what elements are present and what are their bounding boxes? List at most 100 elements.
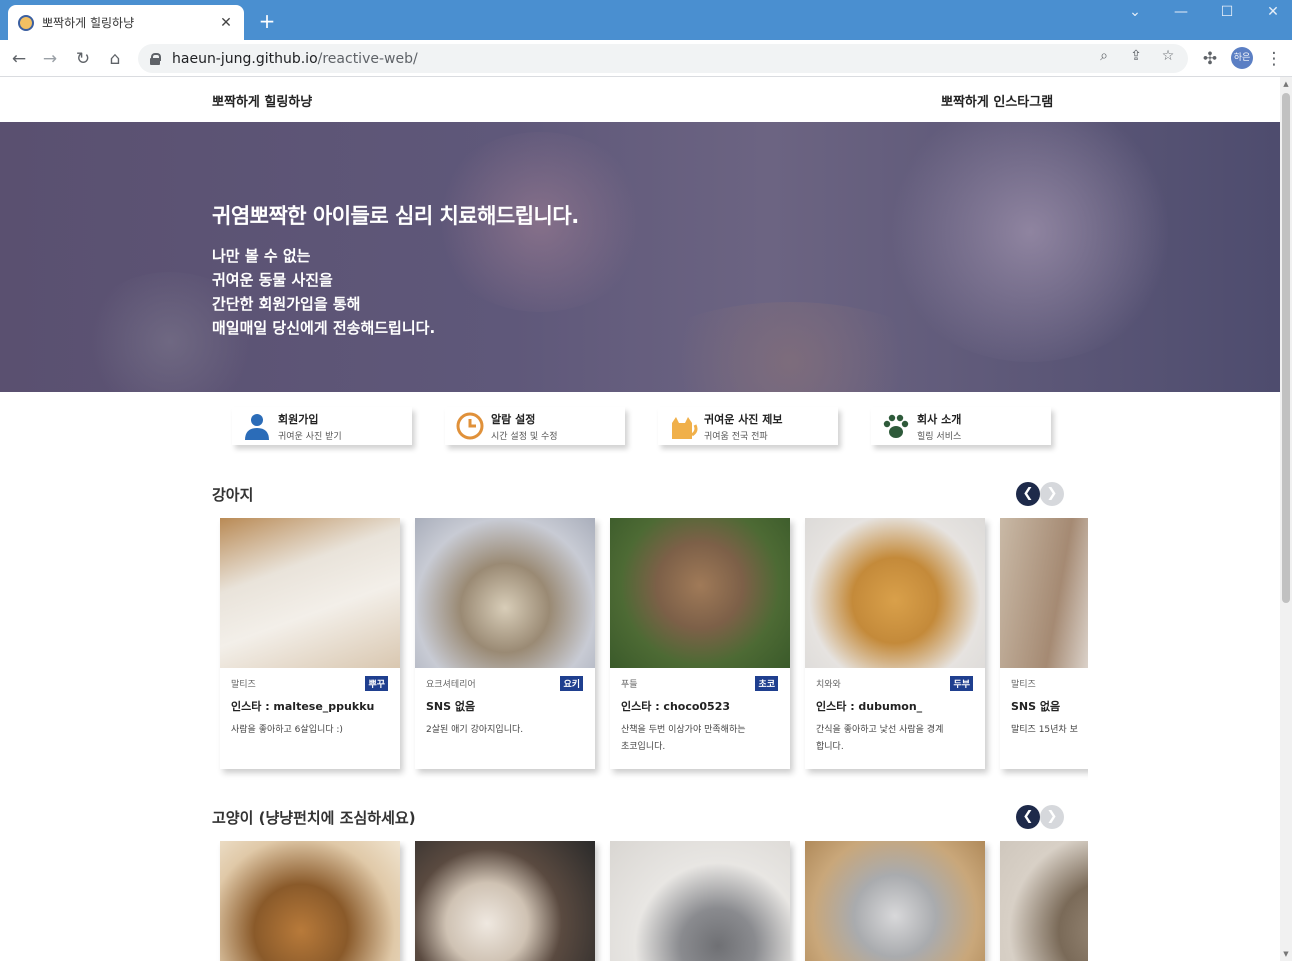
small-dogs-image [640, 302, 940, 392]
address-bar[interactable]: haeun-jung.github.io /reactive-web/ ⌕ ⇪ … [138, 44, 1188, 73]
feature-subtitle: 시간 설정 및 수정 [491, 431, 558, 442]
desc-line: 사람을 좋아하고 6살입니다 :) [231, 725, 343, 735]
tab-close-icon[interactable]: ✕ [218, 15, 234, 31]
dog-description: 말티즈 15년차 보 [1011, 722, 1088, 739]
browser-toolbar: ← → ↻ ⌂ haeun-jung.github.io /reactive-w… [0, 40, 1292, 77]
feature-title: 회원가입 [278, 412, 319, 426]
bookmark-star-icon[interactable]: ☆ [1157, 48, 1179, 64]
cat-photo [805, 841, 985, 961]
tab-search-icon[interactable]: ⌄ [1120, 4, 1150, 20]
dog-handle: 인스타 : dubumon_ [816, 700, 923, 713]
cat-icon [668, 411, 698, 441]
feature-signup[interactable]: 회원가입 귀여운 사진 받기 [232, 407, 412, 445]
tab-title: 뽀짝하게 힐링하냥 [42, 16, 135, 30]
lock-icon [150, 52, 161, 65]
menu-icon[interactable]: ⋮ [1262, 47, 1286, 71]
cat-photo [220, 841, 400, 961]
maximize-icon[interactable]: ☐ [1212, 4, 1242, 20]
scrollbar-thumb[interactable] [1282, 93, 1290, 603]
window-close-icon[interactable]: ✕ [1258, 4, 1288, 20]
browser-tab-strip: 뽀짝하게 힐링하냥 ✕ + ⌄ — ☐ ✕ [0, 0, 1292, 40]
hero-line: 간단한 회원가입을 통해 [212, 295, 361, 313]
dog-breed: 말티즈 [1011, 680, 1036, 690]
home-icon[interactable]: ⌂ [103, 47, 127, 71]
dog-photo [610, 518, 790, 668]
cat-card[interactable] [220, 841, 400, 961]
dog-name-badge: 요키 [560, 676, 583, 691]
feature-title: 알람 설정 [491, 412, 536, 426]
dog-description: 2살된 애기 강아지입니다. [426, 722, 584, 739]
dogs-carousel: 말티즈 뿌꾸 인스타 : maltese_ppukku 사람을 좋아하고 6살입… [212, 518, 1088, 783]
dog-photo [220, 518, 400, 668]
zoom-icon[interactable]: ⌕ [1093, 48, 1115, 64]
dog-card[interactable]: 치와와 두부 인스타 : dubumon_ 간식을 좋아하고 낯선 사람을 경계… [805, 518, 985, 769]
feature-report[interactable]: 귀여운 사진 제보 귀여움 전국 전파 [658, 407, 838, 445]
prev-arrow-icon[interactable]: ❮ [1016, 805, 1040, 829]
feature-subtitle: 힐링 서비스 [917, 431, 962, 442]
hero-line: 매일매일 당신에게 전송해드립니다. [212, 319, 436, 337]
new-tab-button[interactable]: + [256, 10, 278, 32]
minimize-icon[interactable]: — [1166, 4, 1196, 20]
user-icon [242, 411, 272, 441]
desc-line: 말티즈 15년차 보 [1011, 725, 1078, 735]
dog-card[interactable]: 요크셔테리어 요키 SNS 없음 2살된 애기 강아지입니다. [415, 518, 595, 769]
dog-handle: SNS 없음 [426, 700, 476, 713]
back-icon[interactable]: ← [7, 47, 31, 71]
share-icon[interactable]: ⇪ [1125, 48, 1147, 64]
cat-photo [610, 841, 790, 961]
feature-menu: 회원가입 귀여운 사진 받기 알람 설정 시간 설정 및 수정 귀여운 사진 제… [232, 407, 1072, 447]
desc-line: 2살된 애기 강아지입니다. [426, 725, 524, 735]
dog-handle: 인스타 : choco0523 [621, 700, 731, 713]
feature-subtitle: 귀여움 전국 전파 [704, 431, 768, 442]
dog-card[interactable]: 말티즈 SNS 없음 말티즈 15년차 보 [1000, 518, 1088, 769]
page-scrollbar[interactable]: ▲ ▼ [1280, 77, 1292, 961]
site-header: 뽀짝하게 힐링하냥 뽀짝하게 인스타그램 [0, 77, 1280, 122]
extensions-icon[interactable]: ✣ [1198, 47, 1222, 71]
dog-description: 사람을 좋아하고 6살입니다 :) [231, 722, 389, 739]
cat-card[interactable] [805, 841, 985, 961]
instagram-link[interactable]: 뽀짝하게 인스타그램 [941, 91, 1053, 110]
cat-card[interactable] [1000, 841, 1088, 961]
next-arrow-icon[interactable]: ❯ [1040, 805, 1064, 829]
next-arrow-icon[interactable]: ❯ [1040, 482, 1064, 506]
desc-line: 산책을 두번 이상가야 만족해하는 [621, 725, 746, 735]
browser-tab[interactable]: 뽀짝하게 힐링하냥 ✕ [8, 5, 244, 40]
feature-title: 귀여운 사진 제보 [704, 412, 783, 426]
site-brand[interactable]: 뽀짝하게 힐링하냥 [212, 91, 312, 110]
feature-subtitle: 귀여운 사진 받기 [278, 431, 342, 442]
hero-line: 나만 볼 수 없는 [212, 247, 311, 265]
favicon-icon [18, 14, 34, 31]
dog-photo [415, 518, 595, 668]
hero-text: 귀염뽀짝한 아이들로 심리 치료해드립니다. 나만 볼 수 없는 귀여운 동물 … [212, 200, 579, 340]
dog-handle: SNS 없음 [1011, 700, 1061, 713]
feature-alarm[interactable]: 알람 설정 시간 설정 및 수정 [445, 407, 625, 445]
dog-photo [805, 518, 985, 668]
cat-card[interactable] [610, 841, 790, 961]
forward-icon[interactable]: → [38, 47, 62, 71]
hero-banner: 귀염뽀짝한 아이들로 심리 치료해드립니다. 나만 볼 수 없는 귀여운 동물 … [0, 122, 1280, 392]
dog-description: 간식을 좋아하고 낯선 사람을 경계 합니다. [816, 722, 974, 756]
cats-carousel [212, 841, 1088, 961]
scroll-up-icon[interactable]: ▲ [1280, 80, 1292, 88]
feature-title: 회사 소개 [917, 412, 962, 426]
puppy-image [880, 122, 1180, 362]
cats-pager: ❮ ❯ [1016, 805, 1066, 829]
dog-description: 산책을 두번 이상가야 만족해하는초코입니다. [621, 722, 779, 756]
cat-photo [415, 841, 595, 961]
cat-card[interactable] [415, 841, 595, 961]
cats-section-title: 고양이 (냥냥펀치에 조심하세요) [212, 809, 416, 827]
hero-title: 귀염뽀짝한 아이들로 심리 치료해드립니다. [212, 204, 579, 228]
dog-name-badge: 뿌꾸 [365, 676, 388, 691]
paw-icon [881, 411, 911, 441]
dog-name-badge: 초코 [755, 676, 778, 691]
dog-card[interactable]: 말티즈 뿌꾸 인스타 : maltese_ppukku 사람을 좋아하고 6살입… [220, 518, 400, 769]
desc-line: 초코입니다. [621, 742, 666, 752]
feature-about[interactable]: 회사 소개 힐링 서비스 [871, 407, 1051, 445]
profile-avatar[interactable]: 하은 [1231, 47, 1253, 69]
dog-card[interactable]: 푸들 초코 인스타 : choco0523 산책을 두번 이상가야 만족해하는 초… [610, 518, 790, 769]
prev-arrow-icon[interactable]: ❮ [1016, 482, 1040, 506]
dog-handle: 인스타 : maltese_ppukku [231, 700, 375, 713]
dog-photo [1000, 518, 1088, 668]
reload-icon[interactable]: ↻ [71, 47, 95, 71]
scroll-down-icon[interactable]: ▼ [1280, 950, 1292, 958]
